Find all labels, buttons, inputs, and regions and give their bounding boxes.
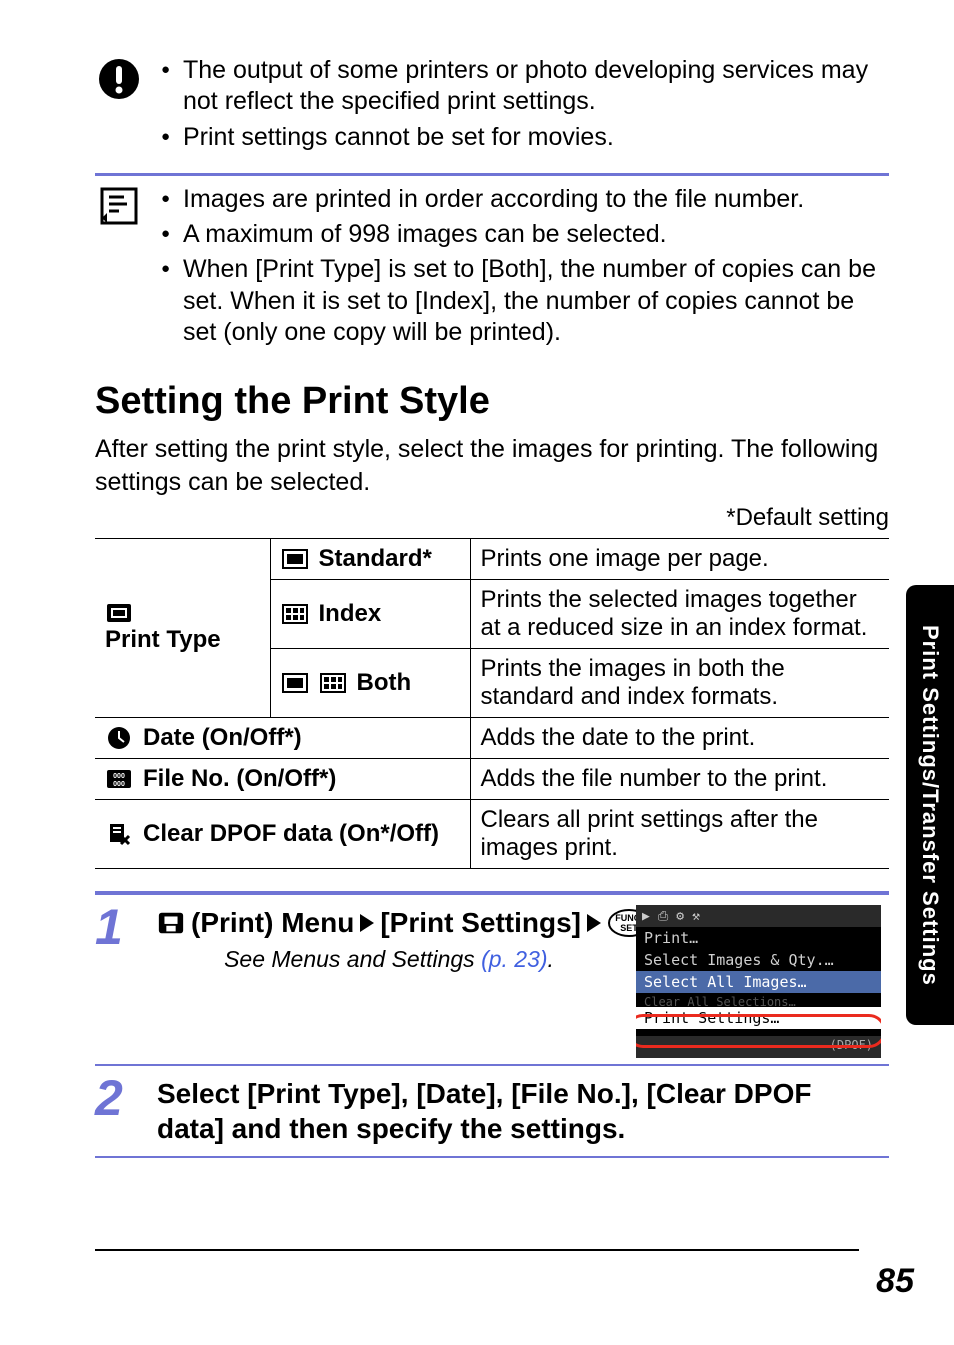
note-item: When [Print Type] is set to [Both], the … — [161, 254, 889, 348]
default-setting-note: *Default setting — [95, 504, 889, 532]
note-list: Images are printed in order according to… — [161, 184, 889, 348]
warning-item: The output of some printers or photo dev… — [161, 55, 889, 118]
intro-text: After setting the print style, select th… — [95, 433, 889, 498]
lcd-row: Select Images & Qty.… — [636, 949, 881, 971]
step1-menu-label: (Print) Menu — [191, 905, 354, 940]
arrow-right-icon — [587, 914, 601, 932]
date-row-head: Date (On/Off*) — [105, 724, 460, 752]
step-number: 1 — [95, 905, 141, 1054]
both-desc: Prints the images in both the standard a… — [470, 649, 889, 718]
print-type-label: Print Type — [105, 626, 221, 654]
footer-rule — [95, 1249, 859, 1251]
warning-list: The output of some printers or photo dev… — [161, 55, 889, 153]
print-menu-icon — [157, 912, 185, 934]
index-icon — [281, 603, 309, 625]
standard-label: Standard* — [319, 545, 432, 573]
index-label: Index — [319, 600, 382, 628]
side-tab-label: Print Settings/Transfer Settings — [917, 625, 943, 986]
clear-desc: Clears all print settings after the imag… — [470, 800, 889, 869]
see-post: . — [548, 946, 554, 972]
date-icon — [105, 727, 133, 749]
warning-icon — [95, 55, 143, 101]
fileno-label: File No. (On/Off*) — [143, 765, 336, 793]
note-item: Images are printed in order according to… — [161, 184, 889, 215]
lcd-row: Clear All Selections… — [636, 993, 881, 1007]
index-desc: Prints the selected images together at a… — [470, 580, 889, 649]
side-tab: Print Settings/Transfer Settings — [906, 585, 954, 1025]
section-heading: Setting the Print Style — [95, 380, 889, 423]
print-style-table: Print Type Standard* Prints one image pe… — [95, 538, 889, 869]
fileno-icon: 000000 — [105, 768, 133, 790]
note-divider — [95, 173, 889, 176]
date-label: Date (On/Off*) — [143, 724, 302, 752]
print-type-icon — [105, 602, 133, 624]
page-link[interactable]: (p. 23) — [481, 946, 547, 972]
svg-text:000: 000 — [113, 781, 125, 788]
page-number: 85 — [876, 1262, 914, 1301]
lcd-row: Print… — [636, 927, 881, 949]
date-desc: Adds the date to the print. — [470, 718, 889, 759]
svg-text:000: 000 — [113, 773, 125, 780]
clear-label: Clear DPOF data (On*/Off) — [143, 820, 439, 848]
lcd-tab-icons: ▶⎙⚙⚒ — [636, 905, 881, 927]
note-item: A maximum of 998 images can be selected. — [161, 219, 889, 250]
standard-desc: Prints one image per page. — [470, 539, 889, 580]
lcd-row-highlight: Print Settings… — [636, 1007, 881, 1029]
print-type-row-head: Print Type — [105, 602, 260, 654]
step-number: 2 — [95, 1076, 141, 1146]
fileno-row-head: 000000 File No. (On/Off*) — [105, 765, 460, 793]
index-icon — [319, 672, 347, 694]
warning-item: Print settings cannot be set for movies. — [161, 122, 889, 153]
lcd-row-selected: Select All Images… — [636, 971, 881, 993]
arrow-right-icon — [360, 914, 374, 932]
clear-dpof-icon — [105, 823, 133, 845]
both-label: Both — [357, 669, 412, 697]
camera-lcd-preview: ▶⎙⚙⚒ Print… Select Images & Qty.… Select… — [636, 905, 881, 1058]
lcd-foot-right: (DPOF) — [830, 1038, 873, 1056]
step1-target: [Print Settings] — [380, 905, 581, 940]
standard-icon — [281, 672, 309, 694]
step2-title: Select [Print Type], [Date], [File No.],… — [157, 1076, 881, 1146]
fileno-desc: Adds the file number to the print. — [470, 759, 889, 800]
see-pre: See Menus and Settings — [224, 946, 481, 972]
standard-icon — [281, 548, 309, 570]
note-icon — [95, 184, 143, 226]
clear-row-head: Clear DPOF data (On*/Off) — [105, 820, 460, 848]
